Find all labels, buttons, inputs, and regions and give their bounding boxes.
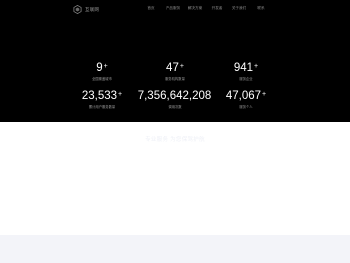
nav-menu: 首页 产品服务 解决方案 开发者 关于我们 联系	[140, 6, 272, 11]
stat-value: 941+	[233, 62, 259, 74]
stat-value: 47,067+	[225, 90, 267, 102]
hexagon-logo-icon	[73, 5, 82, 14]
nav-item-developers[interactable]: 开发者	[206, 6, 228, 11]
stat-label: 服务个人	[239, 105, 253, 109]
stat-label: 服务企业	[239, 77, 253, 81]
nav-item-home[interactable]: 首页	[140, 6, 162, 11]
logo[interactable]: 互联网	[73, 5, 99, 14]
section-title: 专业服务 为您保驾护航	[145, 137, 205, 143]
nav-item-solutions[interactable]: 解决方案	[184, 6, 206, 11]
stat-individuals: 47,067+ 服务个人	[191, 90, 301, 109]
nav-item-products[interactable]: 产品服务	[162, 6, 184, 11]
logo-text: 互联网	[85, 6, 100, 12]
hero-section: 互联网 首页 产品服务 解决方案 开发者 关于我们 联系 9+ 全国覆盖城市 4…	[0, 0, 350, 122]
top-navigation: 互联网 首页 产品服务 解决方案 开发者 关于我们 联系	[0, 0, 350, 20]
footer-band	[0, 235, 350, 263]
stat-enterprises: 941+ 服务企业	[191, 62, 301, 81]
nav-item-about[interactable]: 关于我们	[228, 6, 250, 11]
nav-item-contact[interactable]: 联系	[250, 6, 272, 11]
